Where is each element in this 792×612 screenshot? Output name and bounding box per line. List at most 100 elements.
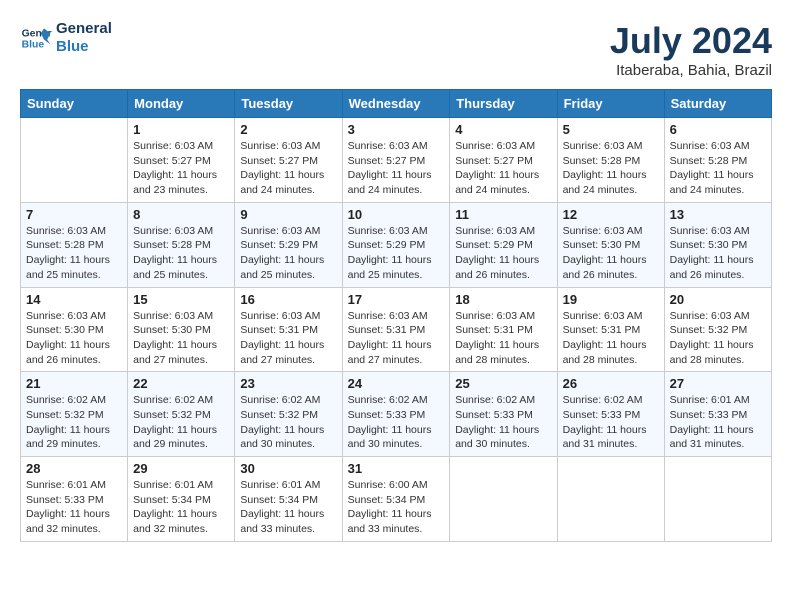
day-cell: 10 Sunrise: 6:03 AMSunset: 5:29 PMDayligh…: [342, 202, 450, 287]
week-row-4: 21Sunrise: 6:02 AMSunset: 5:32 PMDayligh…: [21, 372, 772, 457]
week-row-2: 7 Sunrise: 6:03 AMSunset: 5:28 PMDaylight…: [21, 202, 772, 287]
day-info: Sunrise: 6:03 AMSunset: 5:27 PMDaylight:…: [455, 139, 551, 198]
location-subtitle: Itaberaba, Bahia, Brazil: [610, 62, 772, 79]
day-cell: 22 Sunrise: 6:02 AMSunset: 5:32 PMDayligh…: [128, 372, 235, 457]
day-cell: 20 Sunrise: 6:03 AMSunset: 5:32 PMDayligh…: [664, 287, 771, 372]
day-info: Sunrise: 6:03 AMSunset: 5:28 PMDaylight:…: [563, 139, 659, 198]
day-cell: 19 Sunrise: 6:03 AMSunset: 5:31 PMDayligh…: [557, 287, 664, 372]
day-info: Sunrise: 6:01 AMSunset: 5:33 PMDaylight:…: [670, 393, 766, 452]
day-info: Sunrise: 6:03 AMSunset: 5:30 PMDaylight:…: [26, 309, 122, 368]
day-cell: 17 Sunrise: 6:03 AMSunset: 5:31 PMDayligh…: [342, 287, 450, 372]
day-info: Sunrise: 6:00 AMSunset: 5:34 PMDaylight:…: [348, 478, 445, 537]
day-cell: 29 Sunrise: 6:01 AMSunset: 5:34 PMDayligh…: [128, 457, 235, 542]
day-number: 6: [670, 122, 766, 137]
logo-text-general: General: [56, 20, 112, 38]
day-number: 27: [670, 376, 766, 391]
day-info: Sunrise: 6:03 AMSunset: 5:29 PMDaylight:…: [348, 224, 445, 283]
day-number: 11: [455, 207, 551, 222]
day-cell: 14 Sunrise: 6:03 AMSunset: 5:30 PMDayligh…: [21, 287, 128, 372]
day-cell: 4 Sunrise: 6:03 AMSunset: 5:27 PMDaylight…: [450, 118, 557, 203]
day-number: 20: [670, 292, 766, 307]
day-cell: 3Sunrise: 6:03 AMSunset: 5:27 PMDaylight…: [342, 118, 450, 203]
day-info: Sunrise: 6:03 AMSunset: 5:31 PMDaylight:…: [455, 309, 551, 368]
day-number: 30: [240, 461, 336, 476]
day-info: Sunrise: 6:03 AMSunset: 5:31 PMDaylight:…: [563, 309, 659, 368]
day-number: 12: [563, 207, 659, 222]
day-number: 24: [348, 376, 445, 391]
day-cell: 11 Sunrise: 6:03 AMSunset: 5:29 PMDayligh…: [450, 202, 557, 287]
day-number: 7: [26, 207, 122, 222]
day-info: Sunrise: 6:03 AMSunset: 5:30 PMDaylight:…: [670, 224, 766, 283]
day-number: 4: [455, 122, 551, 137]
day-cell: 27 Sunrise: 6:01 AMSunset: 5:33 PMDayligh…: [664, 372, 771, 457]
title-block: July 2024 Itaberaba, Bahia, Brazil: [610, 20, 772, 79]
weekday-header-saturday: Saturday: [664, 90, 771, 118]
day-info: Sunrise: 6:03 AMSunset: 5:30 PMDaylight:…: [563, 224, 659, 283]
day-number: 1: [133, 122, 229, 137]
day-number: 26: [563, 376, 659, 391]
day-info: Sunrise: 6:02 AMSunset: 5:32 PMDaylight:…: [133, 393, 229, 452]
day-number: 18: [455, 292, 551, 307]
day-info: Sunrise: 6:01 AMSunset: 5:34 PMDaylight:…: [133, 478, 229, 537]
day-cell: 25Sunrise: 6:02 AMSunset: 5:33 PMDayligh…: [450, 372, 557, 457]
day-cell: [450, 457, 557, 542]
day-info: Sunrise: 6:03 AMSunset: 5:31 PMDaylight:…: [240, 309, 336, 368]
day-cell: 24 Sunrise: 6:02 AMSunset: 5:33 PMDayligh…: [342, 372, 450, 457]
day-info: Sunrise: 6:03 AMSunset: 5:27 PMDaylight:…: [240, 139, 336, 198]
day-cell: 1Sunrise: 6:03 AMSunset: 5:27 PMDaylight…: [128, 118, 235, 203]
day-number: 16: [240, 292, 336, 307]
weekday-header-tuesday: Tuesday: [235, 90, 342, 118]
day-cell: 30 Sunrise: 6:01 AMSunset: 5:34 PMDayligh…: [235, 457, 342, 542]
day-cell: 15 Sunrise: 6:03 AMSunset: 5:30 PMDayligh…: [128, 287, 235, 372]
day-number: 23: [240, 376, 336, 391]
day-info: Sunrise: 6:03 AMSunset: 5:30 PMDaylight:…: [133, 309, 229, 368]
day-info: Sunrise: 6:02 AMSunset: 5:33 PMDaylight:…: [563, 393, 659, 452]
week-row-1: 1 Sunrise: 6:03 AMSunset: 5:27 PMDaylight…: [21, 118, 772, 203]
day-number: 5: [563, 122, 659, 137]
day-info: Sunrise: 6:03 AMSunset: 5:32 PMDaylight:…: [670, 309, 766, 368]
weekday-header-thursday: Thursday: [450, 90, 557, 118]
day-cell: 28Sunrise: 6:01 AMSunset: 5:33 PMDayligh…: [21, 457, 128, 542]
day-cell: 8Sunrise: 6:03 AMSunset: 5:28 PMDaylight…: [128, 202, 235, 287]
day-info: Sunrise: 6:03 AMSunset: 5:28 PMDaylight:…: [670, 139, 766, 198]
day-number: 9: [240, 207, 336, 222]
day-info: Sunrise: 6:03 AMSunset: 5:28 PMDaylight:…: [133, 224, 229, 283]
day-cell: [21, 118, 128, 203]
day-cell: 23 Sunrise: 6:02 AMSunset: 5:32 PMDayligh…: [235, 372, 342, 457]
month-year-title: July 2024: [610, 20, 772, 62]
day-number: 31: [348, 461, 445, 476]
day-info: Sunrise: 6:03 AMSunset: 5:28 PMDaylight:…: [26, 224, 122, 283]
day-number: 10: [348, 207, 445, 222]
logo: General Blue General Blue: [20, 20, 112, 56]
day-number: 29: [133, 461, 229, 476]
day-number: 15: [133, 292, 229, 307]
day-info: Sunrise: 6:03 AMSunset: 5:29 PMDaylight:…: [455, 224, 551, 283]
day-number: 17: [348, 292, 445, 307]
day-info: Sunrise: 6:02 AMSunset: 5:33 PMDaylight:…: [348, 393, 445, 452]
weekday-header-sunday: Sunday: [21, 90, 128, 118]
logo-icon: General Blue: [20, 22, 52, 54]
day-cell: 5 Sunrise: 6:03 AMSunset: 5:28 PMDaylight…: [557, 118, 664, 203]
svg-text:Blue: Blue: [22, 40, 45, 51]
day-cell: 18 Sunrise: 6:03 AMSunset: 5:31 PMDayligh…: [450, 287, 557, 372]
day-number: 14: [26, 292, 122, 307]
day-number: 19: [563, 292, 659, 307]
day-number: 2: [240, 122, 336, 137]
day-info: Sunrise: 6:01 AMSunset: 5:34 PMDaylight:…: [240, 478, 336, 537]
day-cell: 26 Sunrise: 6:02 AMSunset: 5:33 PMDayligh…: [557, 372, 664, 457]
day-info: Sunrise: 6:03 AMSunset: 5:29 PMDaylight:…: [240, 224, 336, 283]
day-cell: 7 Sunrise: 6:03 AMSunset: 5:28 PMDaylight…: [21, 202, 128, 287]
week-row-3: 14 Sunrise: 6:03 AMSunset: 5:30 PMDayligh…: [21, 287, 772, 372]
week-row-5: 28Sunrise: 6:01 AMSunset: 5:33 PMDayligh…: [21, 457, 772, 542]
day-cell: 31 Sunrise: 6:00 AMSunset: 5:34 PMDayligh…: [342, 457, 450, 542]
day-info: Sunrise: 6:02 AMSunset: 5:32 PMDaylight:…: [26, 393, 122, 452]
weekday-header-monday: Monday: [128, 90, 235, 118]
day-info: Sunrise: 6:02 AMSunset: 5:33 PMDaylight:…: [455, 393, 551, 452]
day-info: Sunrise: 6:03 AMSunset: 5:31 PMDaylight:…: [348, 309, 445, 368]
weekday-header-friday: Friday: [557, 90, 664, 118]
day-number: 22: [133, 376, 229, 391]
day-info: Sunrise: 6:02 AMSunset: 5:32 PMDaylight:…: [240, 393, 336, 452]
day-cell: 21Sunrise: 6:02 AMSunset: 5:32 PMDayligh…: [21, 372, 128, 457]
day-cell: 16 Sunrise: 6:03 AMSunset: 5:31 PMDayligh…: [235, 287, 342, 372]
day-cell: 2 Sunrise: 6:03 AMSunset: 5:27 PMDaylight…: [235, 118, 342, 203]
